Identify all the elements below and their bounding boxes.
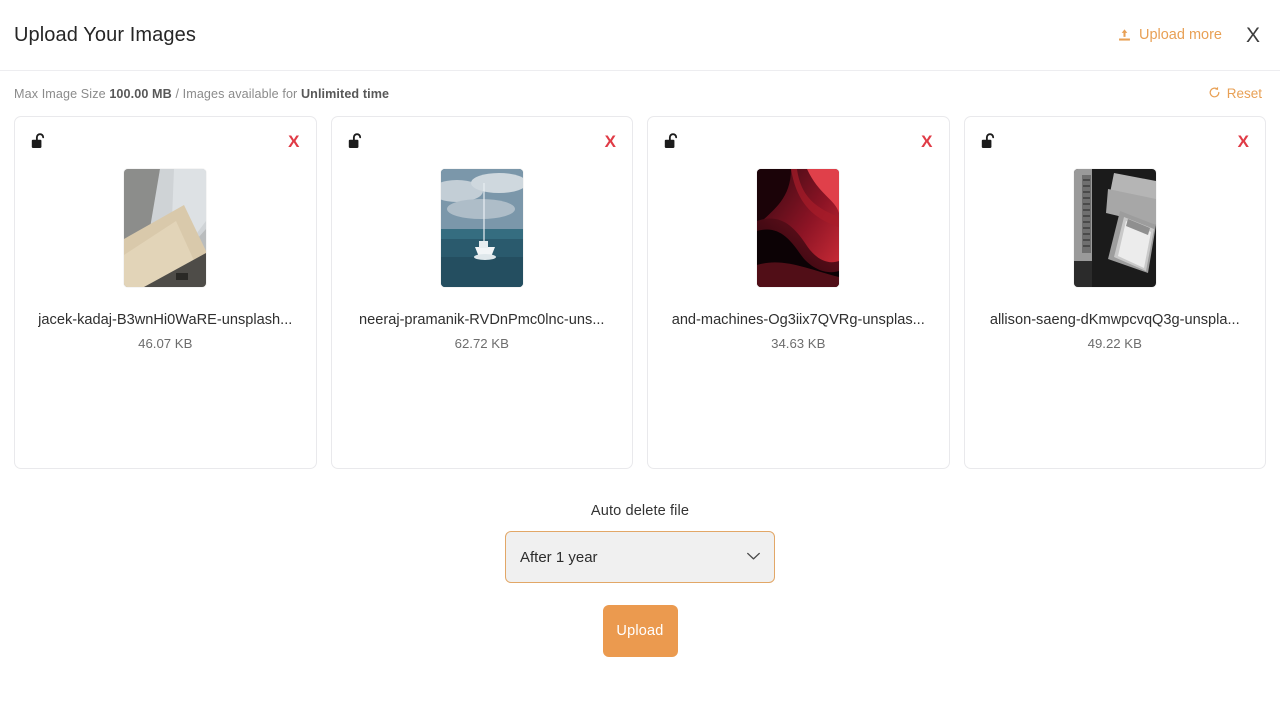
card-toolbar: X [15,117,316,165]
close-icon[interactable]: X [1242,23,1264,48]
file-size: 34.63 KB [771,336,826,351]
refresh-icon [1208,86,1221,102]
card-toolbar: X [648,117,949,165]
remove-image-button[interactable]: X [288,133,299,150]
file-size: 62.72 KB [454,336,509,351]
size-info-prefix: Max Image Size [14,86,106,101]
remove-image-button[interactable]: X [1238,133,1249,150]
card-toolbar: X [965,117,1266,165]
upload-form-footer: Auto delete file After 1 year Upload [0,503,1280,657]
remove-image-button[interactable]: X [921,133,932,150]
file-name: jacek-kadaj-B3wnHi0WaRE-unsplash... [38,312,293,328]
file-size: 46.07 KB [138,336,193,351]
image-card[interactable]: X jacek-kadaj-B3wnHi0WaRE-unsplash... 46… [14,116,317,469]
auto-delete-select-wrapper: After 1 year [505,531,775,583]
file-name: neeraj-pramanik-RVDnPmc0lnc-uns... [359,312,605,328]
image-thumbnail [124,169,207,287]
auto-delete-label: Auto delete file [590,503,690,519]
upload-images-page: Upload Your Images Upload more X Max Ima… [0,0,1280,720]
image-card[interactable]: X [963,116,1266,469]
meta-bar: Max Image Size 100.00 MB / Images availa… [0,71,1280,116]
unlock-icon[interactable] [662,131,683,152]
file-name: and-machines-Og3iix7QVRg-unsplas... [671,312,925,328]
thumbnail-graphic [757,169,840,287]
size-info-middle: / Images available for [175,86,298,101]
thumbnail-graphic [440,169,523,287]
auto-delete-select[interactable]: After 1 year [505,531,775,583]
upload-more-button[interactable]: Upload more [1117,27,1222,43]
thumbnail-graphic [1073,169,1156,287]
image-thumbnail [757,169,840,287]
remove-image-button[interactable]: X [605,133,616,150]
image-card[interactable]: X [647,116,950,469]
card-toolbar: X [332,117,633,165]
reset-label: Reset [1226,86,1262,101]
max-size-value: 100.00 MB [109,86,172,101]
upload-icon [1117,28,1132,43]
file-name: allison-saeng-dKmwpcvqQ3g-unspla... [989,312,1240,328]
image-thumbnail [440,169,523,287]
file-size: 49.22 KB [1087,336,1142,351]
unlock-icon[interactable] [979,131,1000,152]
image-card[interactable]: X neeraj-pramanik-RVDnPmc0lnc-uns... 62.… [330,116,633,469]
image-thumbnail [1073,169,1156,287]
unlock-icon[interactable] [29,131,50,152]
upload-button[interactable]: Upload [602,605,678,657]
upload-more-label: Upload more [1138,27,1222,43]
thumbnail-graphic [124,169,207,287]
header-actions: Upload more X [1117,23,1264,48]
page-title: Upload Your Images [14,23,196,46]
image-card-list: X jacek-kadaj-B3wnHi0WaRE-unsplash... 46… [0,116,1280,469]
page-header: Upload Your Images Upload more X [0,0,1280,71]
size-info: Max Image Size 100.00 MB / Images availa… [14,87,389,101]
unlock-icon[interactable] [346,131,367,152]
availability-value: Unlimited time [300,86,390,101]
reset-button[interactable]: Reset [1208,86,1262,102]
